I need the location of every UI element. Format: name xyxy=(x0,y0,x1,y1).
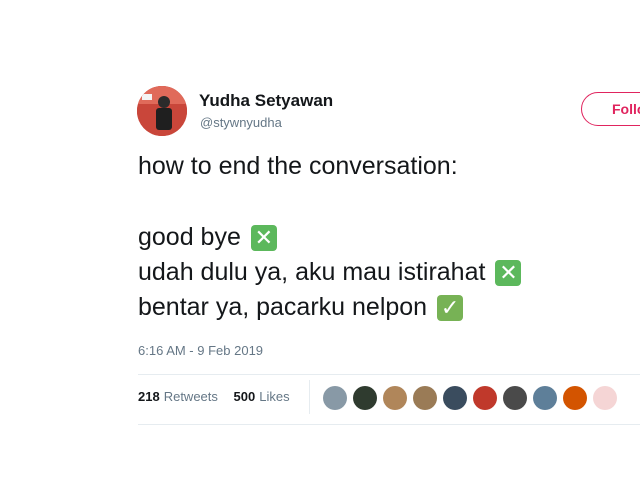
likes-count: 500 xyxy=(233,389,256,404)
author-name[interactable]: Yudha Setyawan xyxy=(199,91,333,111)
divider xyxy=(138,374,640,375)
tweet-text: bentar ya, pacarku nelpon xyxy=(138,293,428,321)
tweet-text-line: how to end the conversation: xyxy=(138,152,458,181)
tweet-card: Yudha Setyawan @stywnyudha Follow how to… xyxy=(0,0,640,480)
liker-avatar[interactable] xyxy=(323,386,347,410)
follow-button[interactable]: Follow xyxy=(581,92,640,126)
liker-avatar[interactable] xyxy=(593,386,617,410)
liker-avatar[interactable] xyxy=(473,386,497,410)
likes-stat[interactable]: 500 Likes xyxy=(234,389,290,404)
liker-avatars xyxy=(323,386,623,410)
tweet-stats: 218 Retweets 500 Likes xyxy=(138,389,290,404)
cross-mark-icon: ✕ xyxy=(250,224,277,251)
tweet-timestamp[interactable]: 6:16 AM - 9 Feb 2019 xyxy=(138,343,263,358)
liker-avatar[interactable] xyxy=(413,386,437,410)
liker-avatar[interactable] xyxy=(353,386,377,410)
liker-avatar[interactable] xyxy=(443,386,467,410)
tweet-text-line: bentar ya, pacarku nelpon ✓ xyxy=(138,293,464,322)
tweet-text-line: udah dulu ya, aku mau istirahat ✕ xyxy=(138,258,522,287)
liker-avatar[interactable] xyxy=(533,386,557,410)
divider xyxy=(138,424,640,425)
tweet-text: good bye xyxy=(138,223,241,251)
stats-divider xyxy=(309,380,310,414)
likes-label: Likes xyxy=(259,389,290,404)
author-handle[interactable]: @stywnyudha xyxy=(200,115,282,130)
liker-avatar[interactable] xyxy=(563,386,587,410)
retweets-count: 218 xyxy=(138,389,160,404)
liker-avatar[interactable] xyxy=(503,386,527,410)
author-avatar[interactable] xyxy=(137,86,187,136)
check-mark-icon: ✓ xyxy=(437,294,464,321)
retweets-label: Retweets xyxy=(163,389,218,404)
retweets-stat[interactable]: 218 Retweets xyxy=(138,389,234,404)
cross-mark-icon: ✕ xyxy=(495,259,522,286)
liker-avatar[interactable] xyxy=(383,386,407,410)
tweet-text: how to end the conversation: xyxy=(138,152,458,180)
tweet-text: udah dulu ya, aku mau istirahat xyxy=(138,258,486,286)
tweet-text-line: good bye ✕ xyxy=(138,223,277,252)
